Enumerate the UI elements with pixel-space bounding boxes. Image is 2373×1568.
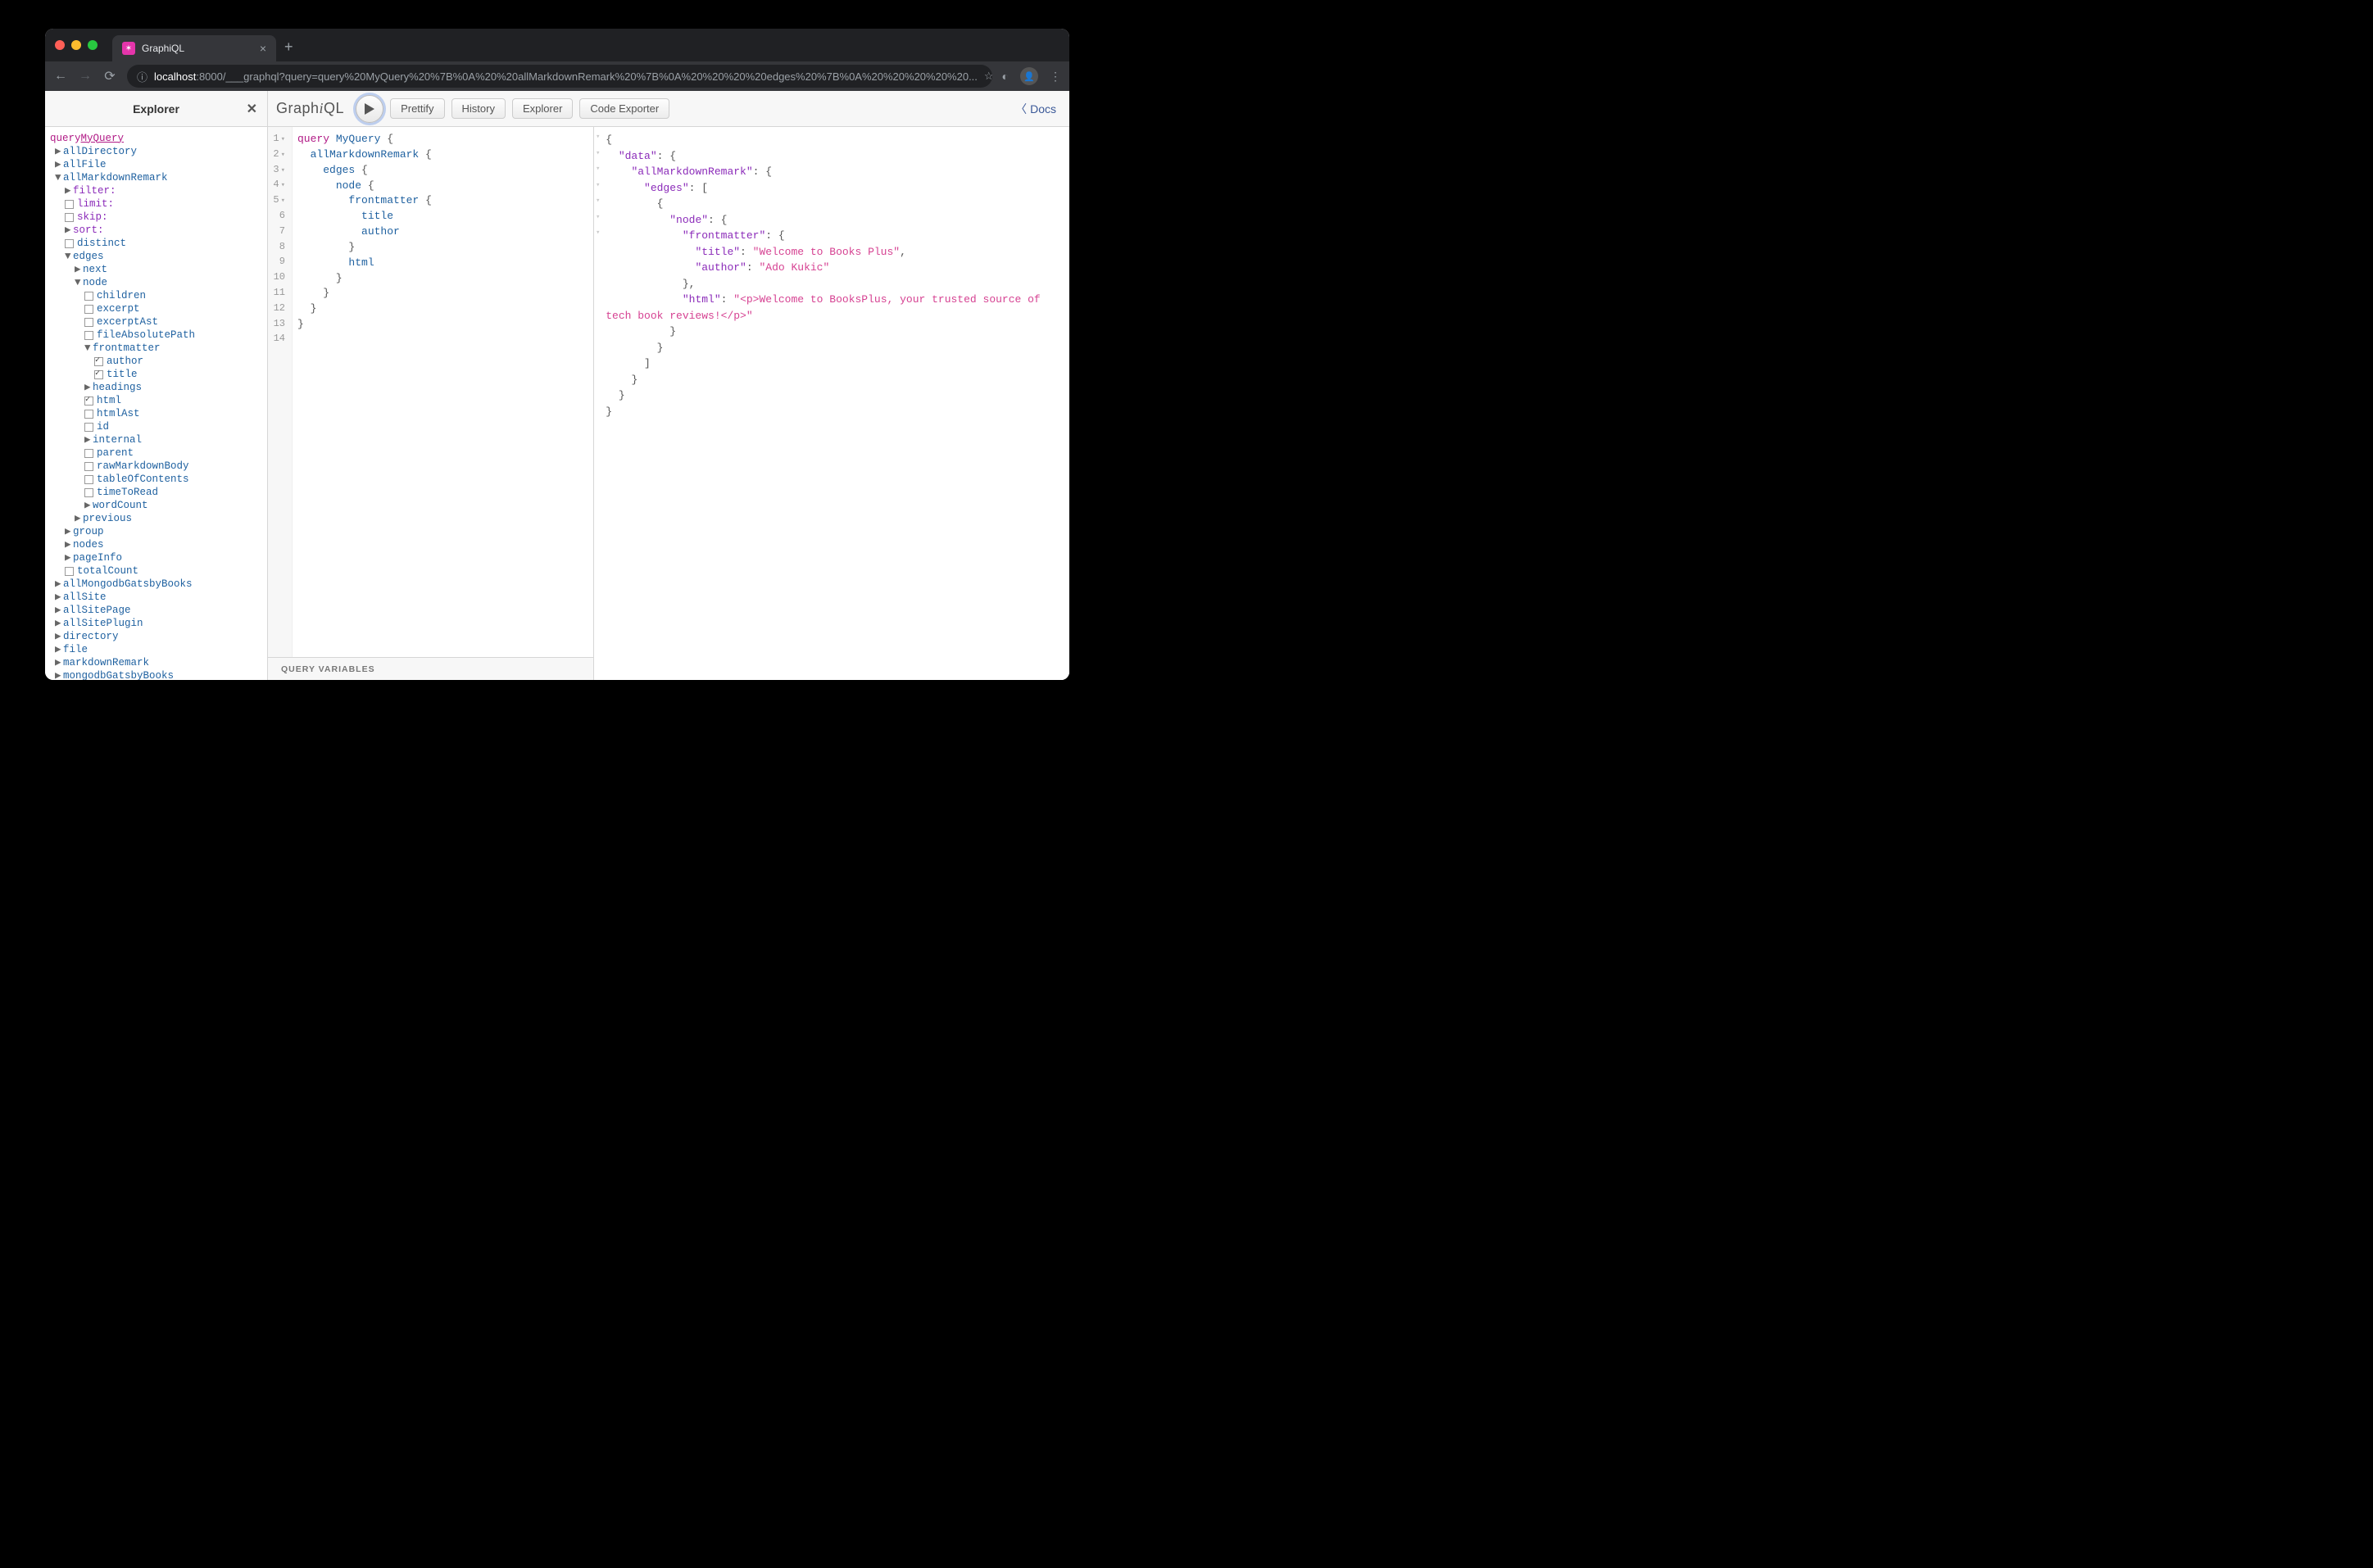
tree-item[interactable]: htmlAst [48,407,264,420]
tab-bar: ✶ GraphiQL × + [45,29,1069,61]
bookmark-star-icon[interactable]: ☆ [984,70,992,83]
tree-item[interactable]: ▶mongodbGatsbyBooks [48,669,264,680]
tree-item[interactable]: ▶markdownRemark [48,656,264,669]
url-input[interactable]: ⓘ localhost:8000/___graphql?query=query%… [127,65,992,88]
tree-item[interactable]: ▶sort: [48,224,264,237]
tree-item[interactable]: ▼frontmatter [48,342,264,355]
tree-item[interactable]: tableOfContents [48,473,264,486]
query-editor[interactable]: 1▾ 2▾ 3▾ 4▾ 5▾ 6 7 8 9 10 11 12 [268,127,593,657]
tree-item[interactable]: ▶wordCount [48,499,264,512]
tree-item[interactable]: ▶directory [48,630,264,643]
explorer-header: Explorer ✕ [45,91,267,127]
tree-item[interactable]: ▶filter: [48,184,264,197]
chrome-menu-icon[interactable]: ⋮ [1050,70,1061,84]
tree-item[interactable]: limit: [48,197,264,211]
browser-window: ✶ GraphiQL × + ← → ⟳ ⓘ localhost:8000/__… [45,29,1069,680]
browser-tab[interactable]: ✶ GraphiQL × [112,35,276,61]
tree-item[interactable]: id [48,420,264,433]
tree-item[interactable]: ▶nodes [48,538,264,551]
tree-item[interactable]: excerpt [48,302,264,315]
play-icon [365,103,374,115]
tree-item[interactable]: rawMarkdownBody [48,460,264,473]
tree-item[interactable]: ▶allFile [48,158,264,171]
chevron-left-icon: 〈 [1015,101,1027,117]
result-pane[interactable]: ▾▾▾▾▾▾▾ { "data": { "allMarkdownRemark":… [594,127,1069,680]
editors-split: 1▾ 2▾ 3▾ 4▾ 5▾ 6 7 8 9 10 11 12 [268,127,1069,680]
tree-item[interactable]: ▶group [48,525,264,538]
tree-item[interactable]: ▶allSitePlugin [48,617,264,630]
code-exporter-button[interactable]: Code Exporter [579,98,669,119]
explorer-title: Explorer [133,102,179,116]
tree-item[interactable]: ▶allSitePage [48,604,264,617]
result-fold-gutter: ▾▾▾▾▾▾▾ [594,127,602,680]
extension-icon[interactable]: ◐ [1002,70,1009,83]
graphiql-logo: GraphiQL [276,100,344,117]
execute-button[interactable] [356,95,383,123]
history-button[interactable]: History [451,98,506,119]
query-code[interactable]: query MyQuery { allMarkdownRemark { edge… [293,127,432,657]
tree-item[interactable]: ▼edges [48,250,264,263]
tree-item[interactable]: ▶headings [48,381,264,394]
graphql-favicon: ✶ [122,42,135,55]
explorer-tree[interactable]: query MyQuery ▶allDirectory ▶allFile ▼al… [45,127,267,680]
explorer-close-button[interactable]: ✕ [247,101,257,117]
tree-item[interactable]: html [48,394,264,407]
tree-item[interactable]: ▶allDirectory [48,145,264,158]
explorer-button[interactable]: Explorer [512,98,573,119]
query-pane: 1▾ 2▾ 3▾ 4▾ 5▾ 6 7 8 9 10 11 12 [268,127,594,680]
tab-close-button[interactable]: × [260,42,266,55]
tree-item[interactable]: parent [48,446,264,460]
tree-item[interactable]: totalCount [48,564,264,578]
tree-item[interactable]: ▶pageInfo [48,551,264,564]
graphiql-toolbar: GraphiQL Prettify History Explorer Code … [268,91,1069,127]
reload-button[interactable]: ⟳ [102,68,117,84]
tree-item[interactable]: ▶file [48,643,264,656]
query-variables-bar[interactable]: QUERY VARIABLES [268,657,593,680]
line-gutter: 1▾ 2▾ 3▾ 4▾ 5▾ 6 7 8 9 10 11 12 [268,127,293,657]
prettify-button[interactable]: Prettify [390,98,444,119]
result-json[interactable]: { "data": { "allMarkdownRemark": { "edge… [602,127,1069,680]
tree-item[interactable]: ▶allSite [48,591,264,604]
tree-item[interactable]: ▼node [48,276,264,289]
tree-item[interactable]: ▼allMarkdownRemark [48,171,264,184]
tree-item[interactable]: fileAbsolutePath [48,329,264,342]
site-info-icon[interactable]: ⓘ [137,69,147,84]
docs-button[interactable]: 〈 Docs [1015,101,1061,117]
url-path: :8000/___graphql?query=query%20MyQuery%2… [196,70,978,83]
back-button[interactable]: ← [53,69,68,84]
tree-item[interactable]: author [48,355,264,368]
forward-button[interactable]: → [78,69,93,84]
query-keyword: query [50,132,81,146]
tree-item[interactable]: skip: [48,211,264,224]
tree-item[interactable]: children [48,289,264,302]
query-name[interactable]: MyQuery [81,132,125,146]
tree-item[interactable]: ▶allMongodbGatsbyBooks [48,578,264,591]
window-zoom-button[interactable] [88,40,98,50]
tree-item[interactable]: ▶previous [48,512,264,525]
new-tab-button[interactable]: + [284,39,293,56]
window-minimize-button[interactable] [71,40,81,50]
window-controls [55,40,98,50]
graphiql-app: Explorer ✕ query MyQuery ▶allDirectory ▶… [45,91,1069,680]
toolbar-right: ◐ 👤 ⋮ [1002,67,1061,85]
explorer-panel: Explorer ✕ query MyQuery ▶allDirectory ▶… [45,91,268,680]
url-host: localhost [154,70,196,83]
tree-item[interactable]: excerptAst [48,315,264,329]
tree-item[interactable]: ▶internal [48,433,264,446]
tree-item[interactable]: distinct [48,237,264,250]
window-close-button[interactable] [55,40,65,50]
profile-avatar[interactable]: 👤 [1020,67,1038,85]
tree-item[interactable]: title [48,368,264,381]
tree-item[interactable]: timeToRead [48,486,264,499]
main-area: GraphiQL Prettify History Explorer Code … [268,91,1069,680]
tree-item[interactable]: ▶next [48,263,264,276]
address-bar: ← → ⟳ ⓘ localhost:8000/___graphql?query=… [45,61,1069,91]
tab-title: GraphiQL [142,43,184,54]
